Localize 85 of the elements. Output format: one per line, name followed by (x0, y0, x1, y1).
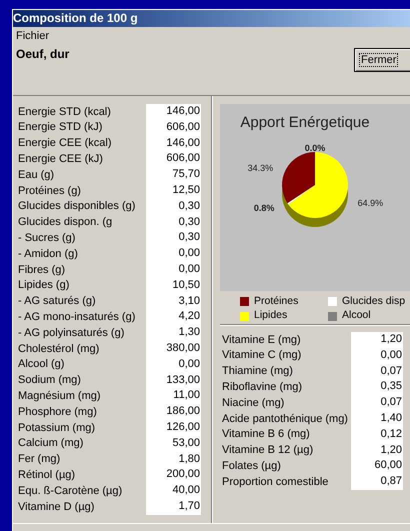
nutrient-label: Energie STD (kcal) (18, 104, 112, 120)
nutrient-value: 0,00 (178, 262, 200, 277)
nutrient-value: 53,00 (171, 436, 200, 451)
menu-item[interactable]: Fichier (15, 28, 50, 44)
nutrient-label: Lipides (g) (18, 278, 70, 294)
nutrient-label: Calcium (mg) (18, 436, 84, 452)
nutrient-value: 75,70 (171, 167, 200, 182)
nutrient-value: 4,20 (178, 309, 200, 324)
nutrient-label: Alcool (g) (18, 357, 66, 372)
nutrient-value: 133,00 (165, 372, 200, 388)
nutrient-value: 40,00 (171, 483, 200, 498)
slice-value-label: 0.8% (254, 202, 274, 212)
nutrient-label: Thiamine (mg) (222, 364, 294, 380)
nutrient-label: - AG polyinsaturés (g) (18, 326, 126, 341)
nutrient-value: 3,10 (178, 294, 200, 309)
nutrient-label: Vitamine B 6 (mg) (222, 427, 311, 442)
nutrient-value: 0,30 (178, 230, 200, 246)
nutrient-label: - AG mono-insaturés (g) (18, 310, 136, 326)
nutrient-label: Vitamine E (mg) (222, 332, 302, 348)
nutrient-label: Glucides disponibles (g) (18, 199, 136, 214)
nutrient-value: 606,00 (165, 151, 200, 166)
nutrient-label: Proportion comestible (222, 474, 330, 490)
nutrient-label: Protéines (g) (18, 184, 82, 199)
legend-label: Protéines (254, 294, 298, 309)
nutrient-value: 0,00 (178, 356, 200, 372)
nutrient-label: Rétinol (µg) (18, 468, 76, 483)
nutrient-label: - Sucres (g) (18, 231, 76, 246)
nutrient-label: - Amidon (g) (18, 246, 79, 262)
nutrient-label: Cholestérol (mg) (18, 342, 100, 357)
nutrient-label: Energie CEE (kJ) (18, 152, 104, 168)
legend-label: Lipides (254, 308, 288, 324)
nutrient-value: 146,00 (165, 136, 200, 151)
nutrient-value: 0,30 (178, 198, 200, 214)
vitamin-value: 0,35 (380, 379, 402, 394)
nutrient-value: 606,00 (165, 120, 200, 135)
nutrient-value: 146,00 (165, 104, 200, 119)
vitamin-value: 0,87 (380, 474, 402, 490)
nutrient-label: Eau (g) (18, 168, 56, 183)
nutrient-label: Fer (mg) (18, 452, 62, 468)
nutrient-value: 126,00 (165, 420, 200, 435)
nutrient-value: 186,00 (165, 404, 200, 420)
vitamin-value: 1,40 (380, 410, 402, 426)
nutrient-label: Magnésium (mg) (18, 389, 102, 404)
vitamin-value: 1,20 (380, 332, 402, 347)
window-title: Composition de 100 g (13, 10, 410, 27)
vitamin-value: 1,20 (380, 442, 402, 458)
nutrient-label: Vitamine D (µg) (18, 500, 96, 515)
nutrient-label: Fibres (g) (18, 262, 66, 278)
food-name: Oeuf, dur (15, 46, 70, 63)
nutrient-value: 380,00 (165, 340, 200, 356)
nutrient-value: 1,70 (178, 498, 200, 514)
nutrient-label: Niacine (mg) (222, 396, 286, 411)
vitamin-value: 0,12 (380, 426, 402, 442)
nutrient-value: 1,80 (178, 452, 200, 467)
nutrient-label: Equ. ß-Carotène (µg) (18, 484, 124, 499)
vitamin-value: 60,00 (373, 458, 402, 474)
nutrient-label: Acide pantothénique (mg) (222, 412, 349, 427)
vitamin-value: 0,07 (380, 364, 402, 379)
vitamin-value: 0,07 (380, 395, 402, 410)
legend-label: Glucides disp (342, 294, 406, 309)
nutrient-value: 12,50 (171, 182, 200, 198)
nutrient-label: Phosphore (mg) (18, 404, 98, 420)
vitamin-value: 0,00 (380, 348, 402, 363)
nutrient-label: Sodium (mg) (18, 373, 82, 388)
nutrient-value: 200,00 (165, 467, 200, 482)
nutrient-value: 1,30 (178, 325, 200, 340)
nutrient-label: Energie CEE (kcal) (18, 136, 113, 152)
slice-value-label: 34.3% (248, 162, 274, 172)
nutrient-label: Folates (µg) (222, 459, 282, 474)
slice-value-label: 64.9% (358, 198, 384, 208)
legend-label: Alcool (342, 308, 371, 324)
chart-title: Apport Enérgetique (240, 113, 370, 133)
nutrient-label: Glucides dispon. (g (18, 215, 114, 230)
nutrient-value: 0,00 (178, 246, 200, 262)
nutrient-label: Potassium (mg) (18, 420, 96, 436)
nutrient-label: Vitamine C (mg) (222, 348, 302, 364)
nutrient-value: 10,50 (171, 278, 200, 293)
nutrient-label: - AG saturés (g) (18, 294, 97, 310)
nutrient-label: Riboflavine (mg) (222, 380, 304, 396)
nutrient-value: 11,00 (172, 388, 200, 404)
slice-value-label: 0.0% (304, 142, 326, 152)
nutrient-label: Energie STD (kJ) (18, 120, 104, 136)
nutrient-label: Vitamine B 12 (µg) (222, 443, 314, 458)
nutrient-value: 0,30 (178, 214, 200, 230)
close-button[interactable]: Fermer (354, 48, 410, 72)
